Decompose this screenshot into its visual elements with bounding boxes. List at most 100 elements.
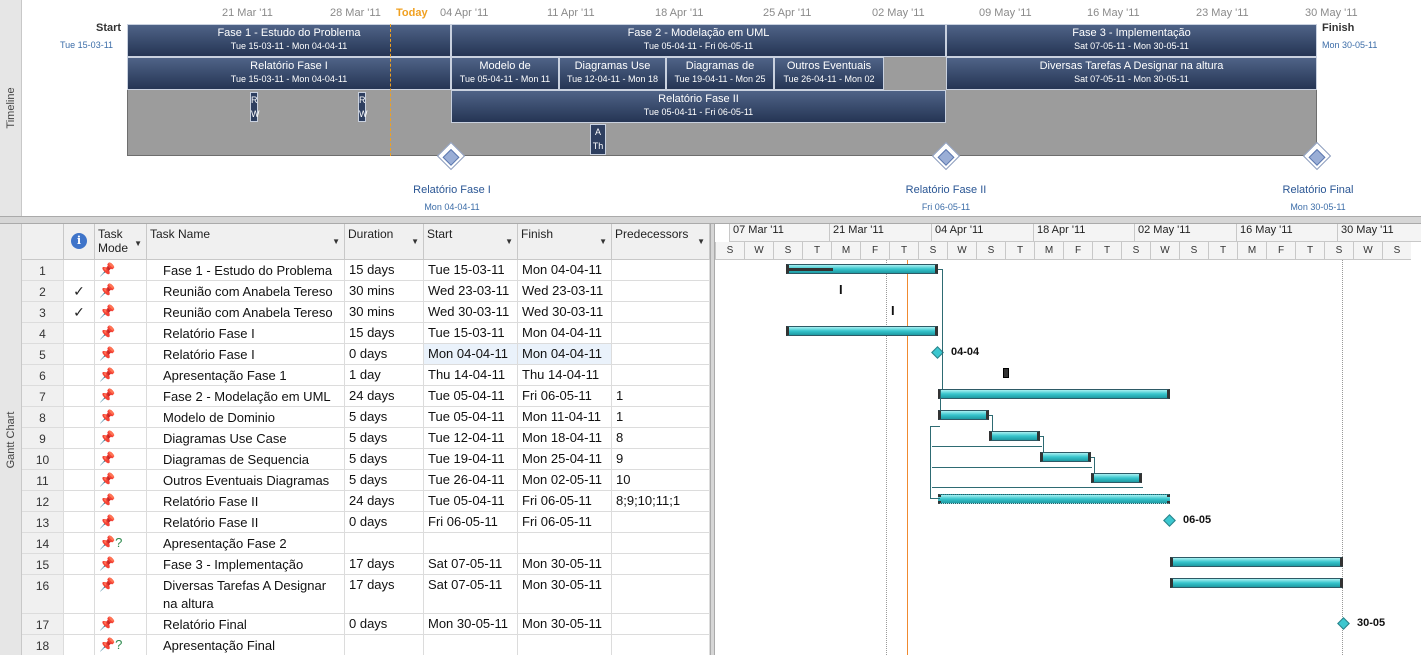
duration-cell[interactable]: 5 days [345,470,424,490]
duration-cell[interactable]: 5 days [345,407,424,427]
row-id[interactable]: 13 [22,512,64,532]
task-name-cell[interactable]: Relatório Final [147,614,345,634]
start-cell[interactable]: Tue 15-03-11 [424,323,518,343]
chevron-down-icon[interactable]: ▼ [332,237,340,246]
task-mode-cell[interactable]: 📌 [95,407,147,427]
gantt-bar-sequencia[interactable] [1040,452,1091,462]
table-row[interactable]: 2 ✓ 📌 Reunião com Anabela Tereso 30 mins Wed … [22,281,710,302]
row-id[interactable]: 2 [22,281,64,301]
start-header[interactable]: Start ▼ [424,224,518,260]
table-row[interactable]: 6 📌 Apresentação Fase 11 day Thu 14-04-11 Th… [22,365,710,386]
predecessors-cell[interactable]: 9 [612,449,710,469]
table-row[interactable]: 1 📌 Fase 1 - Estudo do Problema 15 days Tue … [22,260,710,281]
gantt-chart[interactable]: 07 Mar '11 21 Mar '11 04 Apr '11 18 Apr '11… [715,224,1421,655]
predecessors-cell[interactable] [612,512,710,532]
duration-cell[interactable]: 24 days [345,386,424,406]
row-id[interactable]: 1 [22,260,64,280]
finish-cell[interactable]: Mon 04-04-11 [518,344,612,364]
finish-cell[interactable]: Mon 04-04-11 [518,323,612,343]
start-cell[interactable]: Tue 05-04-11 [424,491,518,511]
gantt-bar-diversas[interactable] [1170,578,1343,588]
timeline-bar-relatorio-fase2[interactable]: Relatório Fase II Tue 05-04-11 - Fri 06-0… [451,90,946,123]
table-row[interactable]: 13 📌 Relatório Fase II 0 days Fri 06-05-11 Fr… [22,512,710,533]
chevron-down-icon[interactable]: ▼ [697,237,705,246]
finish-cell[interactable]: Mon 11-04-11 [518,407,612,427]
table-row[interactable]: 7 📌 Fase 2 - Modelação em UML 24 days Tue 05… [22,386,710,407]
task-name-cell[interactable]: Modelo de Dominio [147,407,345,427]
gantt-milestone[interactable] [1163,514,1176,527]
duration-cell[interactable]: 17 days [345,575,424,613]
table-row[interactable]: 11 📌 Outros Eventuais Diagramas 5 days Tue 2… [22,470,710,491]
finish-cell[interactable]: Mon 30-05-11 [518,575,612,613]
task-name-cell[interactable]: Fase 2 - Modelação em UML [147,386,345,406]
gantt-bar-fase3[interactable] [1170,557,1343,567]
gantt-milestone[interactable] [1337,617,1350,630]
timeline-bar-outros[interactable]: Outros Eventuais Tue 26-04-11 - Mon 02 [774,57,884,90]
finish-header[interactable]: Finish ▼ [518,224,612,260]
predecessors-header[interactable]: Predecessors ▼ [612,224,710,260]
row-id[interactable]: 12 [22,491,64,511]
row-id[interactable]: 15 [22,554,64,574]
finish-cell[interactable]: Mon 02-05-11 [518,470,612,490]
start-cell[interactable]: Sat 07-05-11 [424,575,518,613]
duration-cell[interactable]: 24 days [345,491,424,511]
gantt-bar-apresentacao1[interactable] [1003,368,1009,378]
timeline-small-task[interactable]: RW [358,92,368,122]
row-id[interactable]: 9 [22,428,64,448]
task-name-cell[interactable]: Reunião com Anabela Tereso [147,281,345,301]
start-cell[interactable]: Tue 19-04-11 [424,449,518,469]
predecessors-cell[interactable] [612,302,710,322]
predecessors-cell[interactable] [612,614,710,634]
duration-cell[interactable]: 1 day [345,365,424,385]
start-cell[interactable]: Tue 26-04-11 [424,470,518,490]
start-cell[interactable]: Sat 07-05-11 [424,554,518,574]
predecessors-cell[interactable] [612,635,710,655]
task-mode-cell[interactable]: 📌 [95,344,147,364]
task-name-cell[interactable]: Apresentação Fase 1 [147,365,345,385]
predecessors-cell[interactable] [612,281,710,301]
task-name-cell[interactable]: Reunião com Anabela Tereso [147,302,345,322]
row-id[interactable]: 3 [22,302,64,322]
task-name-cell[interactable]: Relatório Fase II [147,491,345,511]
predecessors-cell[interactable]: 1 [612,386,710,406]
task-mode-header[interactable]: Task Mode ▼ [95,224,147,260]
task-mode-cell[interactable]: 📌 [95,554,147,574]
table-row[interactable]: 8 📌 Modelo de Dominio 5 days Tue 05-04-11 Mon… [22,407,710,428]
task-mode-cell[interactable]: 📌 [95,449,147,469]
task-name-cell[interactable]: Diagramas Use Case [147,428,345,448]
task-mode-cell[interactable]: 📌 [95,365,147,385]
finish-cell[interactable] [518,533,612,553]
duration-cell[interactable]: 0 days [345,614,424,634]
gantt-bar-relatorio-fase1[interactable] [786,326,938,336]
start-cell[interactable]: Wed 23-03-11 [424,281,518,301]
task-name-cell[interactable]: Apresentação Fase 2 [147,533,345,553]
row-id[interactable]: 11 [22,470,64,490]
gantt-bar-modelo[interactable] [938,410,989,420]
task-name-cell[interactable]: Relatório Fase II [147,512,345,532]
table-row[interactable]: 10 📌 Diagramas de Sequencia 5 days Tue 19-04… [22,449,710,470]
duration-cell[interactable]: 5 days [345,449,424,469]
predecessors-cell[interactable] [612,323,710,343]
table-row[interactable]: 9 📌 Diagramas Use Case 5 days Tue 12-04-11 Mo… [22,428,710,449]
chevron-down-icon[interactable]: ▼ [134,237,142,251]
task-name-cell[interactable]: Diagramas de Sequencia [147,449,345,469]
chevron-down-icon[interactable]: ▼ [505,237,513,246]
finish-cell[interactable]: Fri 06-05-11 [518,512,612,532]
table-row[interactable]: 18 📌? Apresentação Final [22,635,710,655]
task-mode-cell[interactable]: 📌 [95,491,147,511]
table-row[interactable]: 3 ✓ 📌 Reunião com Anabela Tereso 30 mins Wed … [22,302,710,323]
gantt-meeting-marker[interactable]: I [839,282,843,297]
duration-cell[interactable]: 0 days [345,344,424,364]
row-id[interactable]: 10 [22,449,64,469]
start-cell[interactable] [424,533,518,553]
duration-header[interactable]: Duration ▼ [345,224,424,260]
start-cell[interactable]: Wed 30-03-11 [424,302,518,322]
gantt-meeting-marker[interactable]: I [891,303,895,318]
duration-cell[interactable] [345,635,424,655]
finish-cell[interactable]: Wed 23-03-11 [518,281,612,301]
table-row[interactable]: 15 📌 Fase 3 - Implementação 17 days Sat 07-0… [22,554,710,575]
task-mode-cell[interactable]: 📌 [95,260,147,280]
chevron-down-icon[interactable]: ▼ [411,237,419,246]
row-id[interactable]: 7 [22,386,64,406]
finish-cell[interactable]: Mon 25-04-11 [518,449,612,469]
